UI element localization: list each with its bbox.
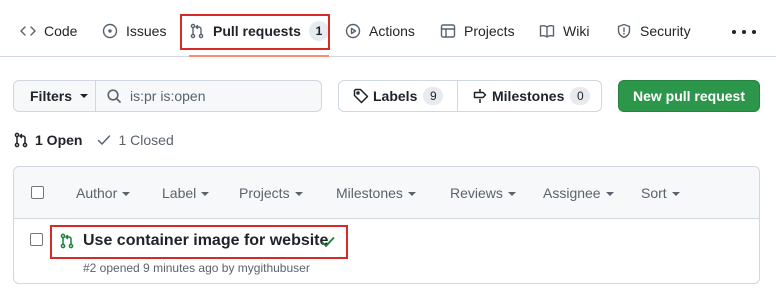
milestones-button[interactable]: Milestones 0 <box>457 81 600 111</box>
tab-pull-requests-label: Pull requests <box>213 23 301 39</box>
search-input[interactable] <box>130 88 310 104</box>
reviews-filter[interactable]: Reviews <box>450 185 516 201</box>
tab-actions[interactable]: Actions <box>345 14 415 48</box>
labels-milestones-group: Labels 9 Milestones 0 <box>338 80 602 112</box>
reviews-filter-label: Reviews <box>450 185 503 201</box>
play-icon <box>345 23 361 39</box>
chevron-down-icon <box>605 192 614 197</box>
pull-request-meta: #2 opened 9 minutes ago by mygithubuser <box>83 261 310 275</box>
git-pull-request-icon <box>190 23 204 39</box>
list-header: Author Label Projects Milestones Reviews… <box>14 167 759 219</box>
search-icon <box>107 89 122 104</box>
projects-filter-label: Projects <box>239 185 290 201</box>
select-all-checkbox[interactable] <box>31 186 44 199</box>
tab-pull-requests[interactable]: Pull requests 1 <box>189 14 329 57</box>
closed-count-label: 1 Closed <box>118 132 174 148</box>
book-icon <box>539 25 555 38</box>
issue-opened-icon <box>102 23 118 39</box>
git-pull-request-open-icon <box>60 233 74 249</box>
closed-filter[interactable]: 1 Closed <box>96 132 174 148</box>
milestones-count: 0 <box>570 87 591 105</box>
chevron-down-icon <box>122 192 131 197</box>
labels-label: Labels <box>373 88 418 104</box>
shield-icon <box>617 23 631 39</box>
chevron-down-icon <box>80 94 89 98</box>
sort-filter-label: Sort <box>641 185 667 201</box>
tab-code-label: Code <box>44 23 78 39</box>
check-icon <box>98 135 111 145</box>
projects-filter[interactable]: Projects <box>239 185 303 201</box>
row-checkbox[interactable] <box>30 233 43 246</box>
assignee-filter-label: Assignee <box>543 185 601 201</box>
tab-issues[interactable]: Issues <box>102 14 166 48</box>
labels-button[interactable]: Labels 9 <box>339 81 457 111</box>
tab-projects[interactable]: Projects <box>440 14 515 48</box>
chevron-down-icon <box>201 192 210 197</box>
milestone-icon <box>473 89 487 103</box>
new-pull-request-button[interactable]: New pull request <box>618 80 760 112</box>
pull-request-title-link[interactable]: Use container image for website <box>83 232 328 250</box>
milestones-filter[interactable]: Milestones <box>336 185 416 201</box>
tab-projects-label: Projects <box>464 23 515 39</box>
open-filter[interactable]: 1 Open <box>13 132 82 148</box>
tab-wiki[interactable]: Wiki <box>539 14 589 48</box>
labels-count: 9 <box>423 87 444 105</box>
check-success-icon[interactable] <box>320 234 336 250</box>
filters-label: Filters <box>30 88 73 104</box>
repo-nav: Code Issues Pull requests 1 Actions Proj… <box>0 0 776 57</box>
chevron-down-icon <box>407 192 416 197</box>
kebab-horizontal-icon <box>732 30 736 34</box>
tab-wiki-label: Wiki <box>563 23 590 39</box>
chevron-down-icon <box>671 192 680 197</box>
assignee-filter[interactable]: Assignee <box>543 185 614 201</box>
label-filter-label: Label <box>162 185 197 201</box>
author-filter-label: Author <box>76 185 118 201</box>
chevron-down-icon <box>507 192 516 197</box>
chevron-down-icon <box>294 192 303 197</box>
tag-icon <box>353 88 369 104</box>
open-count-label: 1 Open <box>35 132 83 148</box>
git-pull-request-icon <box>14 132 28 148</box>
search-field[interactable] <box>95 80 322 112</box>
tab-security-label: Security <box>640 23 691 39</box>
milestones-label: Milestones <box>492 88 565 104</box>
table-icon <box>440 24 456 38</box>
sort-filter[interactable]: Sort <box>641 185 680 201</box>
tab-issues-label: Issues <box>126 23 167 39</box>
code-icon <box>20 26 36 36</box>
tab-actions-label: Actions <box>369 23 415 39</box>
milestones-filter-label: Milestones <box>336 185 403 201</box>
tab-code[interactable]: Code <box>20 14 77 48</box>
pr-state-toggle: 1 Open 1 Closed <box>13 130 174 150</box>
pull-requests-counter: 1 <box>308 21 329 41</box>
tab-security[interactable]: Security <box>616 14 691 48</box>
more-tabs-button[interactable] <box>732 22 756 42</box>
author-filter[interactable]: Author <box>76 185 131 201</box>
label-filter[interactable]: Label <box>162 185 210 201</box>
